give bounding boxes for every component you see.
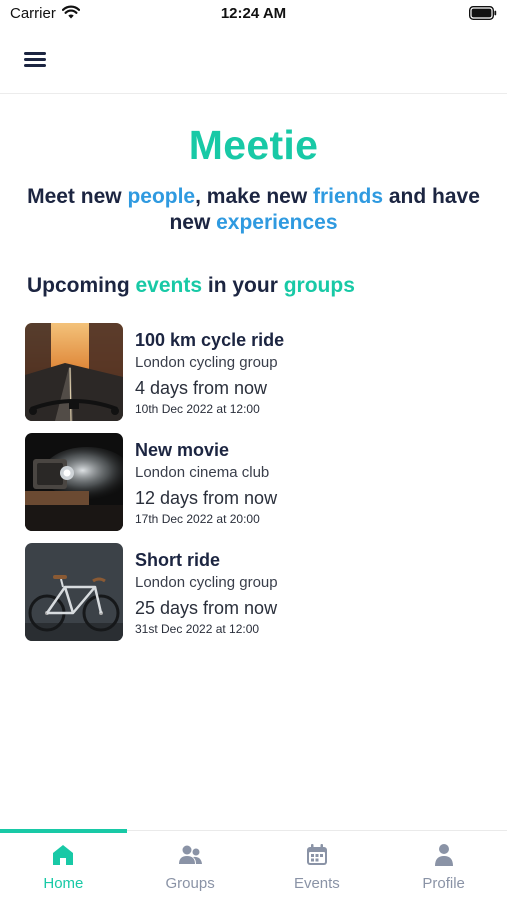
- tab-profile[interactable]: Profile: [380, 831, 507, 900]
- bicycle-photo: [25, 543, 123, 641]
- tagline-text: , make new: [195, 185, 314, 208]
- event-title: Short ride: [135, 550, 221, 570]
- tab-groups[interactable]: Groups: [127, 831, 254, 900]
- tab-label: Profile: [422, 875, 465, 892]
- event-datetime: 17th Dec 2022 at 20:00: [135, 512, 260, 526]
- app-header: [0, 30, 507, 94]
- section-highlight-events: events: [135, 274, 203, 297]
- event-title: New movie: [135, 440, 230, 460]
- battery-icon: [469, 6, 497, 20]
- home-icon: [53, 845, 74, 865]
- section-title-text: Upcoming: [27, 274, 136, 297]
- status-bar: Carrier 12:24 AM: [0, 0, 507, 30]
- event-datetime: 10th Dec 2022 at 12:00: [135, 402, 260, 416]
- tab-events[interactable]: Events: [254, 831, 381, 900]
- event-datetime: 31st Dec 2022 at 12:00: [135, 622, 260, 636]
- event-info: New movie London cinema club 12 days fro…: [135, 438, 475, 527]
- hamburger-menu-icon[interactable]: [22, 48, 50, 72]
- event-relative-time: 25 days from now: [135, 598, 278, 618]
- tagline-text: Meet new: [27, 185, 128, 208]
- event-info: Short ride London cycling group 25 days …: [135, 548, 475, 637]
- event-group: London cycling group: [135, 574, 278, 591]
- app-title: Meetie: [188, 122, 319, 168]
- section-title-text: in your: [202, 274, 284, 297]
- event-relative-time: 4 days from now: [135, 378, 268, 398]
- event-item[interactable]: 100 km cycle ride London cycling group 4…: [25, 323, 485, 433]
- film-projector-photo: [25, 433, 123, 531]
- section-highlight-groups: groups: [283, 274, 355, 297]
- event-item[interactable]: Short ride London cycling group 25 days …: [25, 543, 485, 653]
- tagline: Meet new people, make new friends and ha…: [20, 184, 487, 236]
- event-relative-time: 12 days from now: [135, 488, 278, 508]
- tab-home[interactable]: Home: [0, 829, 127, 900]
- cycling-road-photo: [25, 323, 123, 421]
- event-item[interactable]: New movie London cinema club 12 days fro…: [25, 433, 485, 543]
- tab-label: Groups: [165, 875, 215, 892]
- tab-label: Events: [293, 875, 340, 892]
- calendar-icon: [306, 844, 327, 865]
- menu-bar: [24, 58, 46, 61]
- menu-bar: [24, 64, 46, 67]
- section-title: Upcoming events in your groups: [27, 274, 355, 298]
- status-time: 12:24 AM: [220, 5, 287, 22]
- event-title: 100 km cycle ride: [135, 330, 285, 350]
- tab-bar: Home Groups Events Profile: [0, 829, 507, 900]
- groups-icon: [179, 845, 203, 864]
- event-info: 100 km cycle ride London cycling group 4…: [135, 328, 475, 417]
- event-group: London cycling group: [135, 354, 278, 371]
- person-icon: [434, 844, 453, 866]
- tagline-highlight-people: people: [127, 185, 196, 208]
- tagline-highlight-experiences: experiences: [216, 211, 338, 234]
- event-group: London cinema club: [135, 464, 270, 481]
- tagline-highlight-friends: friends: [313, 185, 384, 208]
- menu-bar: [24, 52, 46, 55]
- events-list: 100 km cycle ride London cycling group 4…: [25, 323, 485, 653]
- tab-label: Home: [43, 875, 84, 892]
